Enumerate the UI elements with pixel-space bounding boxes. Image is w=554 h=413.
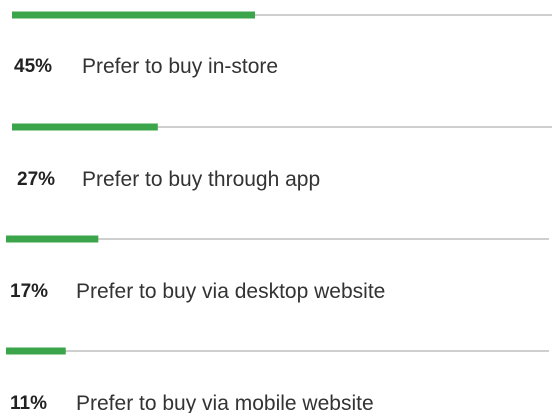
category-label: Prefer to buy through app [82, 168, 320, 191]
bar-fill [12, 11, 255, 19]
bar-row: 27% Prefer to buy through app [12, 123, 552, 191]
percent-label: 45% [14, 56, 52, 77]
category-label: Prefer to buy in-store [82, 55, 278, 78]
bar-row: 45% Prefer to buy in-store [12, 11, 552, 78]
percent-label: 17% [10, 281, 48, 302]
bar-fill [12, 123, 158, 131]
category-label: Prefer to buy via desktop website [76, 280, 385, 303]
percent-label: 11% [10, 393, 47, 413]
preference-bar-chart: 45% Prefer to buy in-store 27% Prefer to bu… [6, 11, 552, 413]
category-label: Prefer to buy via mobile website [76, 392, 374, 413]
bar-fill [6, 347, 66, 355]
bar-fill [6, 235, 99, 243]
bar-row: 11% Prefer to buy via mobile website [6, 347, 549, 413]
bar-row: 17% Prefer to buy via desktop website [6, 235, 549, 303]
percent-label: 27% [17, 169, 55, 190]
